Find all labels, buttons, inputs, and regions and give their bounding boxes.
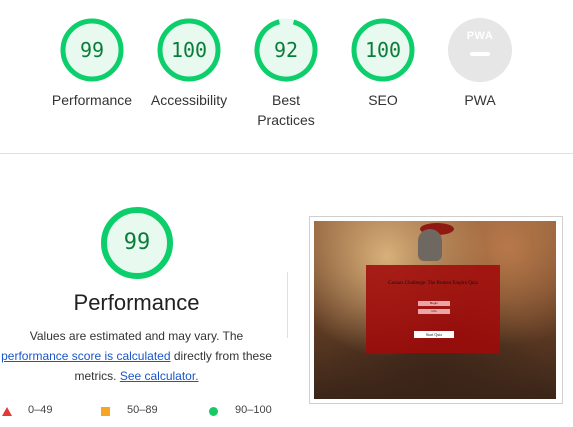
gauge-ring: 99 (60, 18, 124, 82)
helmet-figure (418, 229, 442, 261)
vertical-divider (287, 272, 288, 338)
performance-gauge: 99 (100, 206, 174, 280)
score-calculated-link[interactable]: performance score is calculated (1, 349, 170, 363)
quiz-start-button: Start Quiz (414, 331, 454, 338)
gauge-score: 92 (273, 38, 299, 62)
performance-title: Performance (73, 290, 200, 315)
gauge-label: SEO (368, 92, 398, 108)
legend-fail: 0–49 (2, 404, 72, 420)
performance-description: Values are estimated and may vary. The p… (0, 326, 273, 386)
gauge-score: 99 (79, 38, 105, 62)
quiz-option: Begin (418, 301, 450, 306)
red-triangle-icon (2, 407, 12, 416)
legend-average: 50–89 (101, 404, 181, 420)
gauge-score: 100 (170, 38, 208, 62)
gauge-best-practices[interactable]: 92 Best Practices (238, 18, 334, 130)
desc-line-2: performance score is calculated directly… (0, 346, 273, 366)
quiz-option: Info (418, 309, 450, 314)
legend-range: 0–49 (28, 404, 53, 416)
gauge-ring: 100 (157, 18, 221, 82)
desc-line-1: Values are estimated and may vary. The (29, 329, 244, 343)
gauge-ring: 100 (351, 18, 415, 82)
green-circle-icon (209, 407, 218, 416)
gauge-accessibility[interactable]: 100 Accessibility (141, 18, 237, 110)
gauge-performance[interactable]: 99 Performance (44, 18, 140, 110)
gauge-score: 100 (364, 38, 402, 62)
pwa-badge-text: PWA (466, 30, 494, 42)
gauge-ring: 92 (254, 18, 318, 82)
gauge-pwa[interactable]: PWA PWA (432, 18, 528, 110)
gauge-label: Accessibility (150, 92, 228, 108)
gauge-seo[interactable]: 100 SEO (335, 18, 431, 110)
screenshot-image: Caesars Challenge: The Roman Empire Quiz… (314, 221, 556, 399)
desc-line-2-text: directly from these (170, 349, 272, 363)
see-calculator-link[interactable]: See calculator. (120, 369, 199, 383)
final-screenshot[interactable]: Caesars Challenge: The Roman Empire Quiz… (309, 216, 563, 404)
pwa-badge-icon: PWA (448, 18, 512, 82)
legend-range: 90–100 (235, 404, 272, 416)
quiz-title: Caesars Challenge: The Roman Empire Quiz (387, 281, 479, 286)
legend-pass: 90–100 (209, 404, 289, 420)
gauge-label: Performance (51, 92, 133, 108)
desc-line-3-text: metrics. (74, 369, 120, 383)
desc-line-3: metrics. See calculator. (0, 366, 273, 386)
orange-square-icon (101, 407, 110, 416)
section-divider (0, 153, 573, 154)
pwa-dash-icon (470, 52, 490, 56)
gauge-label: Best Practices (257, 92, 315, 128)
quiz-panel: Caesars Challenge: The Roman Empire Quiz… (366, 265, 500, 353)
legend-range: 50–89 (127, 404, 158, 416)
performance-score: 99 (123, 230, 151, 255)
gauge-label: PWA (464, 92, 496, 108)
